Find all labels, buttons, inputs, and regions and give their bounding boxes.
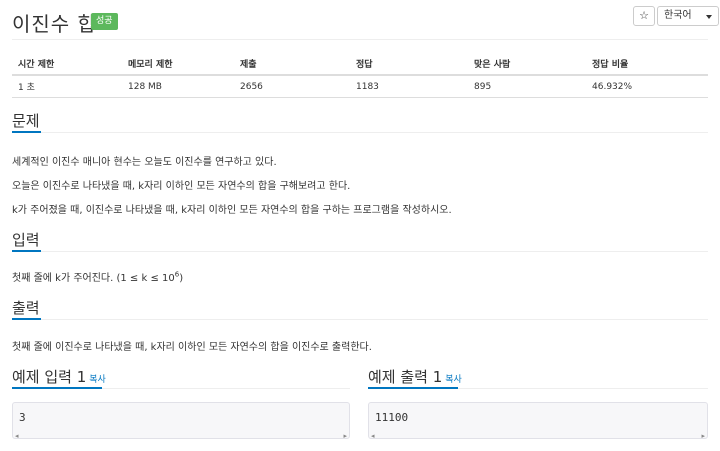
language-label: 한국어 <box>664 10 692 21</box>
table-cell: 1 초 <box>12 75 122 98</box>
column-header: 제출 <box>234 53 350 76</box>
column-header: 맞은 사람 <box>468 53 586 76</box>
section-underline <box>12 250 41 252</box>
column-header: 메모리 제한 <box>122 53 234 76</box>
input-text: 첫째 줄에 k가 주어진다. (1 ≤ k ≤ 10 <box>12 273 175 284</box>
sample-input-scrollbar[interactable]: ◂ ▸ <box>12 432 350 440</box>
problem-line: k가 주어졌을 때, 이진수로 나타냈을 때, k자리 이하인 모든 자연수의 … <box>12 205 452 216</box>
sample-input-title: 예제 입력 1 복사 <box>12 366 106 387</box>
table-cell: 895 <box>468 75 586 98</box>
star-icon: ☆ <box>639 9 649 22</box>
table-cell: 1183 <box>350 75 468 98</box>
section-divider <box>12 132 708 133</box>
column-header: 정답 비율 <box>586 53 708 76</box>
scroll-right-icon[interactable]: ▸ <box>701 432 705 440</box>
output-section-title: 출력 <box>12 299 40 317</box>
language-dropdown[interactable]: 한국어 <box>657 6 719 26</box>
sample-output-scrollbar[interactable]: ◂ ▸ <box>368 432 708 440</box>
column-header: 시간 제한 <box>12 53 122 76</box>
section-divider <box>12 251 708 252</box>
sample-output-title: 예제 출력 1 복사 <box>368 366 462 387</box>
input-description: 첫째 줄에 k가 주어진다. (1 ≤ k ≤ 106) <box>12 269 183 284</box>
section-divider <box>12 319 708 320</box>
section-underline <box>368 387 458 389</box>
sample-input-label: 예제 입력 1 <box>12 368 87 386</box>
problem-line: 오늘은 이진수로 나타냈을 때, k자리 이하인 모든 자연수의 합을 구해보려… <box>12 181 351 192</box>
problem-line: 세계적인 이진수 매니아 현수는 오늘도 이진수를 연구하고 있다. <box>12 157 277 168</box>
table-row: 1 초 128 MB 2656 1183 895 46.932% <box>12 75 708 98</box>
problem-section-title: 문제 <box>12 112 40 130</box>
table-cell: 2656 <box>234 75 350 98</box>
page-title: 이진수 합 <box>12 12 97 36</box>
table-cell: 128 MB <box>122 75 234 98</box>
copy-output-link[interactable]: 복사 <box>445 375 462 385</box>
star-button[interactable]: ☆ <box>633 6 655 26</box>
output-description: 첫째 줄에 이진수로 나타냈을 때, k자리 이하인 모든 자연수의 합을 이진… <box>12 342 372 353</box>
caret-down-icon <box>706 15 712 19</box>
problem-header: 이진수 합 성공 ☆ 한국어 <box>12 4 719 38</box>
table-header-row: 시간 제한 메모리 제한 제출 정답 맞은 사람 정답 비율 <box>12 53 708 76</box>
table-cell: 46.932% <box>586 75 708 98</box>
scroll-left-icon[interactable]: ◂ <box>15 432 19 440</box>
input-section-title: 입력 <box>12 231 40 249</box>
copy-input-link[interactable]: 복사 <box>89 375 106 385</box>
scroll-right-icon[interactable]: ▸ <box>343 432 347 440</box>
problem-info-table: 시간 제한 메모리 제한 제출 정답 맞은 사람 정답 비율 1 초 128 M… <box>12 53 708 98</box>
header-divider <box>12 39 708 40</box>
sample-output-label: 예제 출력 1 <box>368 368 443 386</box>
column-header: 정답 <box>350 53 468 76</box>
scroll-left-icon[interactable]: ◂ <box>371 432 375 440</box>
status-badge: 성공 <box>91 13 118 30</box>
section-underline <box>12 387 102 389</box>
input-text-end: ) <box>179 273 184 284</box>
section-underline <box>12 131 41 133</box>
section-underline <box>12 318 41 320</box>
